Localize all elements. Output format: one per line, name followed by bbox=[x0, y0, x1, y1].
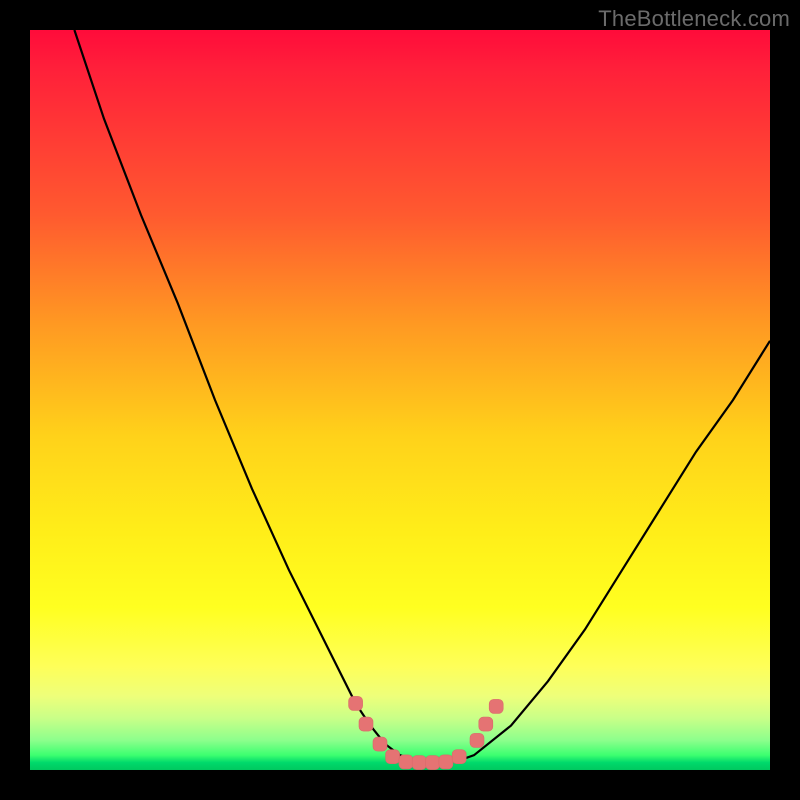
plot-area bbox=[30, 30, 770, 770]
watermark-text: TheBottleneck.com bbox=[598, 6, 790, 32]
outer-frame: TheBottleneck.com bbox=[0, 0, 800, 800]
